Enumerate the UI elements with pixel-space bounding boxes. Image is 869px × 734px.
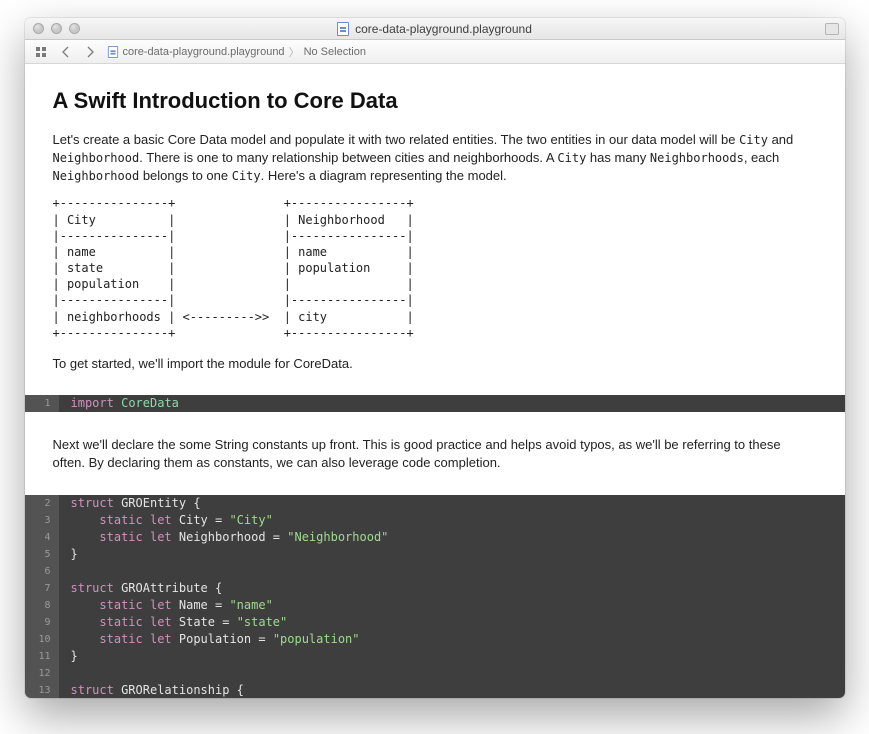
line-number: 13 xyxy=(25,682,59,698)
breadcrumb-file: core-data-playground.playground xyxy=(123,46,285,58)
code-line[interactable]: 7struct GROAttribute { xyxy=(25,580,845,597)
code-line[interactable]: 9 static let State = "state" xyxy=(25,614,845,631)
code-line[interactable]: 3 static let City = "City" xyxy=(25,512,845,529)
line-number: 12 xyxy=(25,665,59,682)
playground-file-icon xyxy=(107,46,117,58)
code-line[interactable]: 13struct GRORelationship { xyxy=(25,682,845,698)
window-controls xyxy=(25,23,80,34)
breadcrumb[interactable]: core-data-playground.playground 〉 No Sel… xyxy=(107,44,366,60)
inline-code: Neighborhood xyxy=(53,169,140,183)
intro-paragraph: Let's create a basic Core Data model and… xyxy=(53,131,817,186)
window-title-text: core-data-playground.playground xyxy=(355,22,532,36)
code-line[interactable]: 11} xyxy=(25,648,845,665)
line-number: 9 xyxy=(25,614,59,631)
jump-bar: core-data-playground.playground 〉 No Sel… xyxy=(25,40,845,64)
nav-back-button[interactable] xyxy=(55,43,77,61)
line-number: 5 xyxy=(25,546,59,563)
code-text: static let City = "City" xyxy=(59,512,273,529)
related-items-button[interactable] xyxy=(31,43,53,61)
window-title: core-data-playground.playground xyxy=(25,22,845,36)
inline-code: City xyxy=(232,169,261,183)
nav-forward-button[interactable] xyxy=(79,43,101,61)
line-number: 2 xyxy=(25,495,59,512)
code-line[interactable]: 2struct GROEntity { xyxy=(25,495,845,512)
code-text xyxy=(59,563,71,580)
paragraph: To get started, we'll import the module … xyxy=(53,355,817,373)
code-text: struct GRORelationship { xyxy=(59,682,244,698)
code-line[interactable]: 6 xyxy=(25,563,845,580)
code-text: } xyxy=(59,648,78,665)
playground-file-icon xyxy=(337,22,349,36)
code-line[interactable]: 5} xyxy=(25,546,845,563)
breadcrumb-selection: No Selection xyxy=(304,46,366,58)
paragraph: Next we'll declare the some String const… xyxy=(53,436,817,472)
line-number: 4 xyxy=(25,529,59,546)
code-text: static let Neighborhood = "Neighborhood" xyxy=(59,529,389,546)
titlebar: core-data-playground.playground xyxy=(25,18,845,40)
inline-code: Neighborhood xyxy=(53,151,140,165)
inline-code: Neighborhoods xyxy=(650,151,744,165)
line-number: 11 xyxy=(25,648,59,665)
code-text: static let Name = "name" xyxy=(59,597,273,614)
minimize-button[interactable] xyxy=(51,23,62,34)
close-button[interactable] xyxy=(33,23,44,34)
inline-code: City xyxy=(557,151,586,165)
ascii-diagram: +---------------+ +----------------+ | C… xyxy=(53,195,817,341)
line-number: 7 xyxy=(25,580,59,597)
breadcrumb-separator-icon: 〉 xyxy=(289,44,300,60)
code-text: import CoreData xyxy=(59,395,179,412)
line-number: 1 xyxy=(25,395,59,412)
code-text: struct GROAttribute { xyxy=(59,580,223,597)
zoom-button[interactable] xyxy=(69,23,80,34)
page-title: A Swift Introduction to Core Data xyxy=(53,86,817,117)
code-line[interactable]: 4 static let Neighborhood = "Neighborhoo… xyxy=(25,529,845,546)
fullscreen-button[interactable] xyxy=(825,23,839,35)
markup-block: A Swift Introduction to Core Data Let's … xyxy=(25,64,845,395)
code-block[interactable]: 2struct GROEntity {3 static let City = "… xyxy=(25,495,845,698)
code-line[interactable]: 1import CoreData xyxy=(25,395,845,412)
code-text xyxy=(59,665,71,682)
inline-code: City xyxy=(739,133,768,147)
editor-content[interactable]: A Swift Introduction to Core Data Let's … xyxy=(25,64,845,698)
line-number: 6 xyxy=(25,563,59,580)
xcode-window: core-data-playground.playground core-dat… xyxy=(25,18,845,698)
line-number: 3 xyxy=(25,512,59,529)
line-number: 8 xyxy=(25,597,59,614)
line-number: 10 xyxy=(25,631,59,648)
code-text: static let State = "state" xyxy=(59,614,288,631)
code-line[interactable]: 10 static let Population = "population" xyxy=(25,631,845,648)
code-text: static let Population = "population" xyxy=(59,631,360,648)
code-block[interactable]: 1import CoreData xyxy=(25,395,845,412)
code-text: struct GROEntity { xyxy=(59,495,201,512)
code-line[interactable]: 12 xyxy=(25,665,845,682)
markup-block: Next we'll declare the some String const… xyxy=(25,412,845,494)
code-text: } xyxy=(59,546,78,563)
code-line[interactable]: 8 static let Name = "name" xyxy=(25,597,845,614)
